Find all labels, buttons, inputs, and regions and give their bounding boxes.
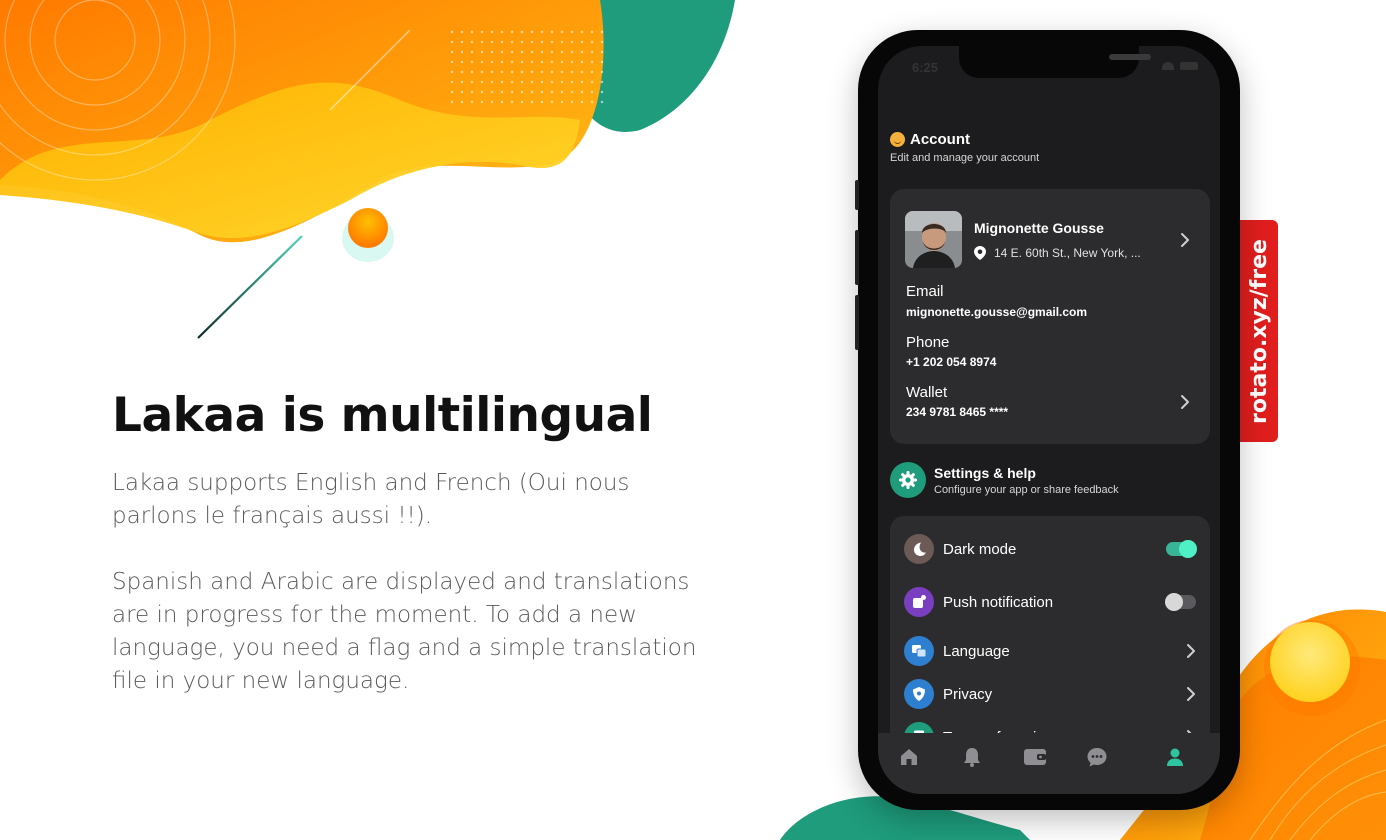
description-paragraph-1: Lakaa supports English and French (Oui n…: [112, 470, 630, 529]
avatar[interactable]: [905, 211, 962, 268]
phone-mockup: 6:25 Account Edit and manage your accoun…: [855, 30, 1240, 810]
user-address: 14 E. 60th St., New York, ...: [974, 246, 1141, 260]
phone-notch: [959, 46, 1151, 78]
profile-chevron-right-icon[interactable]: [1180, 232, 1190, 248]
settings-item-dark-mode[interactable]: Dark mode: [904, 533, 1197, 565]
account-header: Account Edit and manage your account: [890, 131, 1039, 164]
battery-icon: [1180, 62, 1198, 70]
moon-icon: [904, 534, 934, 564]
wallet-value: 234 9781 8465 ****: [906, 405, 1009, 419]
gear-icon: [890, 462, 926, 498]
home-icon: [901, 749, 917, 765]
notification-icon: [904, 587, 934, 617]
status-time: 6:25: [912, 60, 939, 75]
avatar-image: [905, 211, 962, 268]
tab-messages[interactable]: [1085, 745, 1109, 769]
email-value: mignonette.gousse@gmail.com: [906, 305, 1088, 319]
phone-side-button: [855, 180, 859, 210]
settings-item-language[interactable]: Language: [904, 635, 1196, 667]
chat-icon: [1087, 748, 1107, 767]
user-address-text: 14 E. 60th St., New York, ...: [994, 246, 1141, 260]
phone-volume-down-button: [855, 295, 859, 350]
headline: Lakaa is multilingual: [112, 388, 653, 443]
push-notification-toggle[interactable]: [1165, 593, 1196, 611]
smiley-emoji-icon: [890, 132, 905, 147]
settings-header: Settings & help Configure your app or sh…: [890, 462, 1119, 498]
dark-mode-toggle[interactable]: [1166, 540, 1197, 558]
speaker-grille: [1109, 54, 1151, 60]
description-paragraph-2: Spanish and Arabic are displayed and tra…: [112, 569, 697, 694]
bell-icon: [964, 748, 980, 767]
app-screen: 6:25 Account Edit and manage your accoun…: [878, 46, 1220, 794]
tab-home[interactable]: [897, 745, 921, 769]
tab-profile[interactable]: [1163, 745, 1187, 769]
bottom-tab-bar: [878, 733, 1220, 794]
location-pin-icon: [974, 246, 986, 260]
language-icon: [904, 636, 934, 666]
tab-wallet[interactable]: [1023, 745, 1047, 769]
profile-icon: [1167, 748, 1183, 766]
settings-title: Settings & help: [934, 464, 1036, 481]
watermark-text: rotato.xyz/free: [1246, 238, 1272, 424]
user-name: Mignonette Gousse: [974, 220, 1104, 236]
phone-label: Phone: [906, 334, 950, 351]
watermark-ribbon[interactable]: rotato.xyz/free: [1240, 220, 1278, 442]
wallet-chevron-right-icon[interactable]: [1180, 394, 1190, 410]
account-title: Account: [910, 131, 970, 148]
tab-notifications[interactable]: [960, 745, 984, 769]
language-label: Language: [943, 642, 1010, 660]
phone-volume-up-button: [855, 230, 859, 285]
language-chevron-right-icon[interactable]: [1186, 643, 1196, 659]
settings-item-push-notification[interactable]: Push notification: [904, 586, 1196, 618]
settings-subtitle: Configure your app or share feedback: [934, 483, 1119, 496]
wallet-label[interactable]: Wallet: [906, 384, 947, 401]
account-card: Mignonette Gousse 14 E. 60th St., New Yo…: [890, 189, 1210, 444]
wifi-icon: [1162, 62, 1174, 70]
push-notification-label: Push notification: [943, 593, 1054, 611]
settings-item-privacy[interactable]: Privacy: [904, 678, 1196, 710]
privacy-label: Privacy: [943, 685, 993, 703]
phone-value: +1 202 054 8974: [906, 355, 997, 369]
status-icons: [1162, 62, 1198, 70]
shield-icon: [904, 679, 934, 709]
account-subtitle: Edit and manage your account: [890, 152, 1040, 164]
privacy-chevron-right-icon[interactable]: [1186, 686, 1196, 702]
feature-description: Lakaa is multilingual Lakaa supports Eng…: [112, 388, 702, 698]
email-label: Email: [906, 283, 944, 300]
dark-mode-label: Dark mode: [943, 540, 1017, 558]
wallet-icon: [1024, 749, 1046, 765]
